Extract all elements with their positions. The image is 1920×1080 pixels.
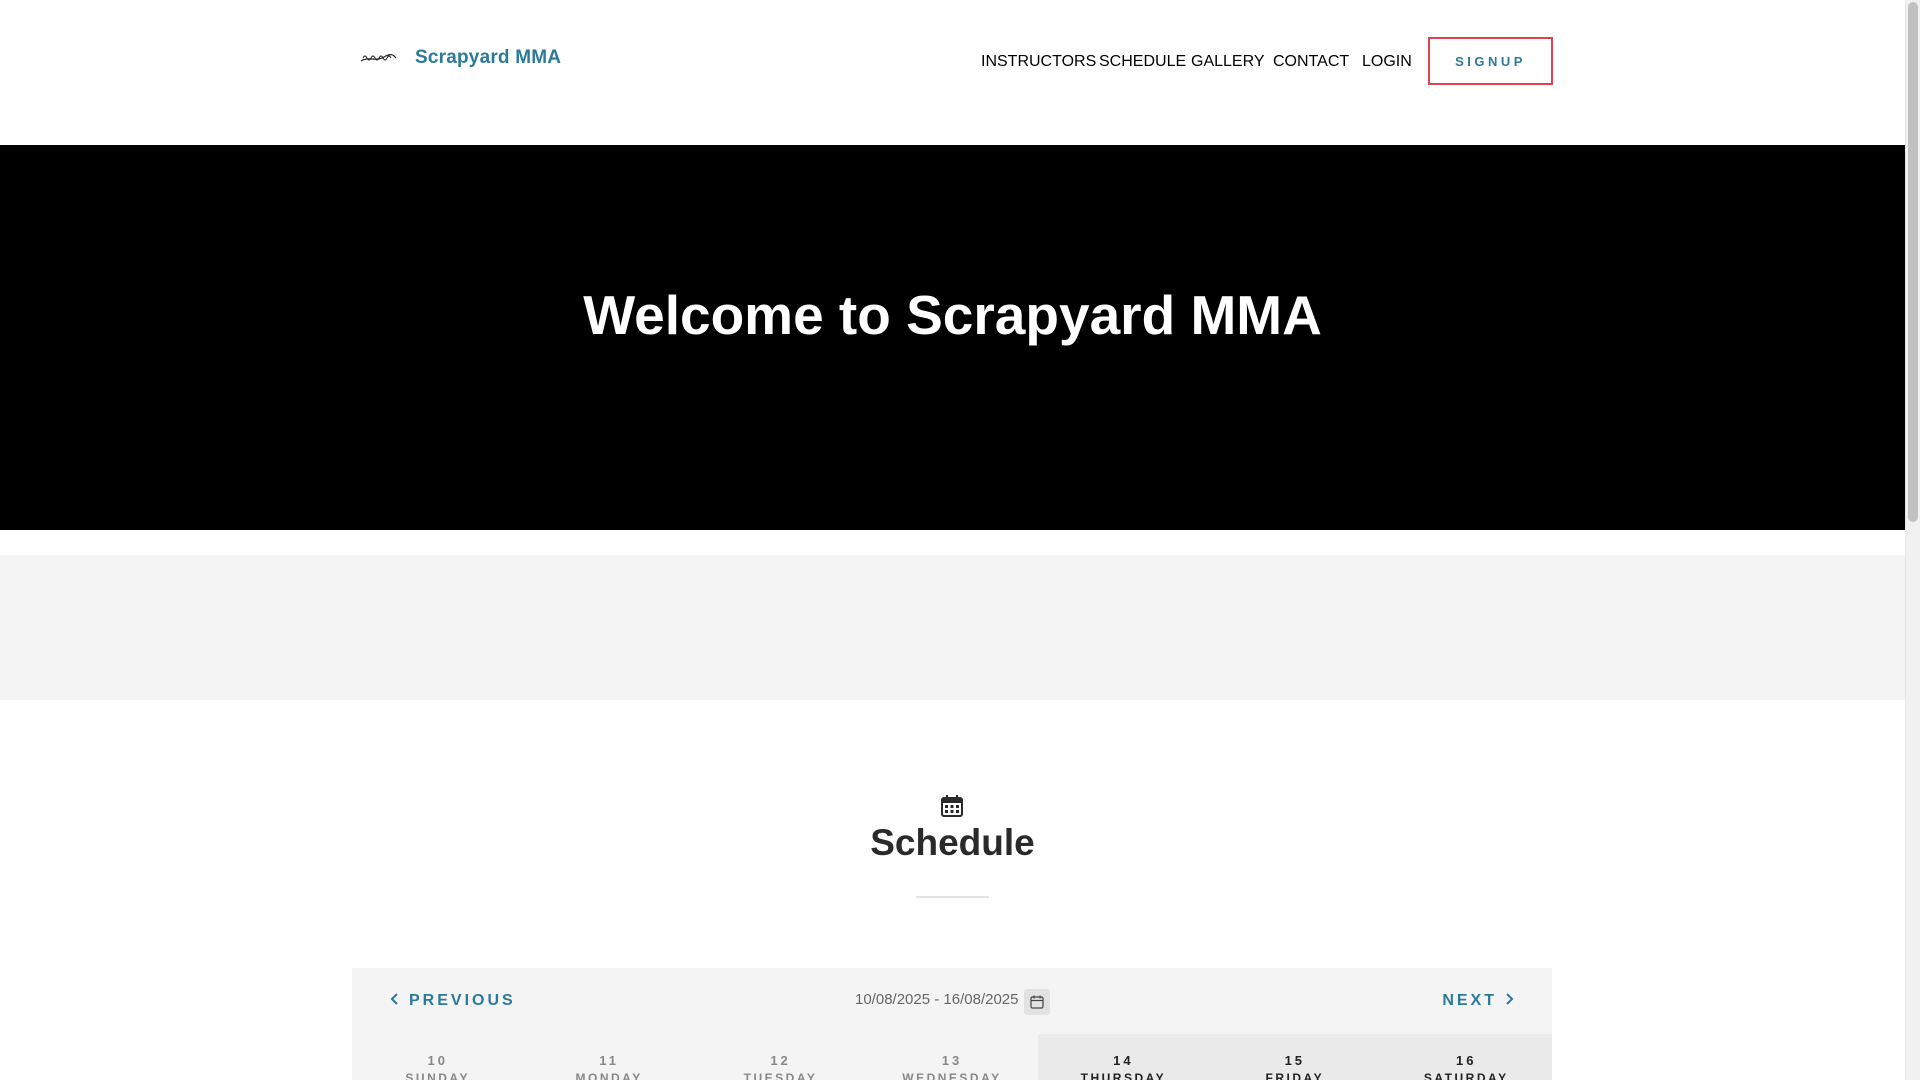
schedule-title: Schedule xyxy=(870,822,1035,863)
hero-title: Welcome to Scrapyard MMA xyxy=(583,284,1322,346)
day-weekday: WEDNESDAY xyxy=(902,1071,1002,1080)
nav-login[interactable]: LOGIN xyxy=(1362,53,1412,71)
calendar-small-icon xyxy=(1030,995,1044,1009)
day-weekday: MONDAY xyxy=(575,1071,643,1080)
day-number: 16 xyxy=(1456,1053,1477,1068)
day-number: 10 xyxy=(427,1053,448,1068)
previous-label: PREVIOUS xyxy=(409,992,516,1009)
date-range-field[interactable]: 10/08/2025 - 16/08/2025 xyxy=(855,991,1018,1008)
day-weekday: SUNDAY xyxy=(405,1071,470,1080)
grey-band xyxy=(0,555,1905,700)
previous-week-button[interactable]: PREVIOUS xyxy=(389,992,516,1010)
next-label: NEXT xyxy=(1442,992,1497,1009)
scrollbar-thumb[interactable] xyxy=(1908,2,1918,522)
day-column-header[interactable]: 14 THURSDAY xyxy=(1037,1034,1210,1080)
hero-banner: Welcome to Scrapyard MMA xyxy=(0,145,1905,530)
day-weekday: THURSDAY xyxy=(1080,1071,1167,1080)
day-column-header[interactable]: 16 SATURDAY xyxy=(1380,1034,1552,1080)
nav-instructors[interactable]: INSTRUCTORS xyxy=(981,53,1096,71)
day-weekday: TUESDAY xyxy=(743,1071,818,1080)
brand-name: Scrapyard MMA xyxy=(415,47,562,68)
day-column-header[interactable]: 13 WEDNESDAY xyxy=(866,1034,1038,1080)
nav-gallery[interactable]: GALLERY xyxy=(1191,53,1265,71)
day-number: 13 xyxy=(941,1053,963,1068)
title-divider xyxy=(916,896,989,898)
day-number: 12 xyxy=(770,1053,791,1068)
schedule-toolbar: PREVIOUS 10/08/2025 - 16/08/2025 NEXT xyxy=(352,968,1552,1034)
nav-contact[interactable]: CONTACT xyxy=(1273,53,1349,71)
day-number: 14 xyxy=(1113,1053,1134,1068)
day-weekday: FRIDAY xyxy=(1265,1071,1325,1080)
site-header: Scrapyard MMA INSTRUCTORS SCHEDULE GALLE… xyxy=(0,0,1905,145)
day-column-header[interactable]: 10 SUNDAY xyxy=(352,1034,524,1080)
day-column-header[interactable]: 12 TUESDAY xyxy=(694,1034,867,1080)
chevron-right-icon xyxy=(1503,992,1515,1010)
day-column-header[interactable]: 15 FRIDAY xyxy=(1209,1034,1381,1080)
day-number: 11 xyxy=(599,1053,619,1068)
nav-schedule[interactable]: SCHEDULE xyxy=(1099,53,1186,71)
day-weekday: SATURDAY xyxy=(1423,1071,1509,1080)
date-picker-button[interactable] xyxy=(1024,989,1050,1015)
signup-button[interactable]: SIGNUP xyxy=(1428,37,1553,85)
brand-link[interactable]: Scrapyard MMA xyxy=(358,44,561,72)
page-scrollbar[interactable] xyxy=(1905,0,1920,1080)
page: Scrapyard MMA INSTRUCTORS SCHEDULE GALLE… xyxy=(0,0,1905,1080)
brand-logo xyxy=(358,44,398,72)
day-number: 15 xyxy=(1284,1053,1306,1068)
next-week-button[interactable]: NEXT xyxy=(1442,992,1515,1010)
day-column-header[interactable]: 11 MONDAY xyxy=(523,1034,695,1080)
calendar-icon xyxy=(940,794,964,818)
chevron-left-icon xyxy=(389,992,401,1010)
day-header-row: 10 SUNDAY 11 MONDAY 12 TUESDAY 13 WEDNES… xyxy=(352,1034,1552,1080)
